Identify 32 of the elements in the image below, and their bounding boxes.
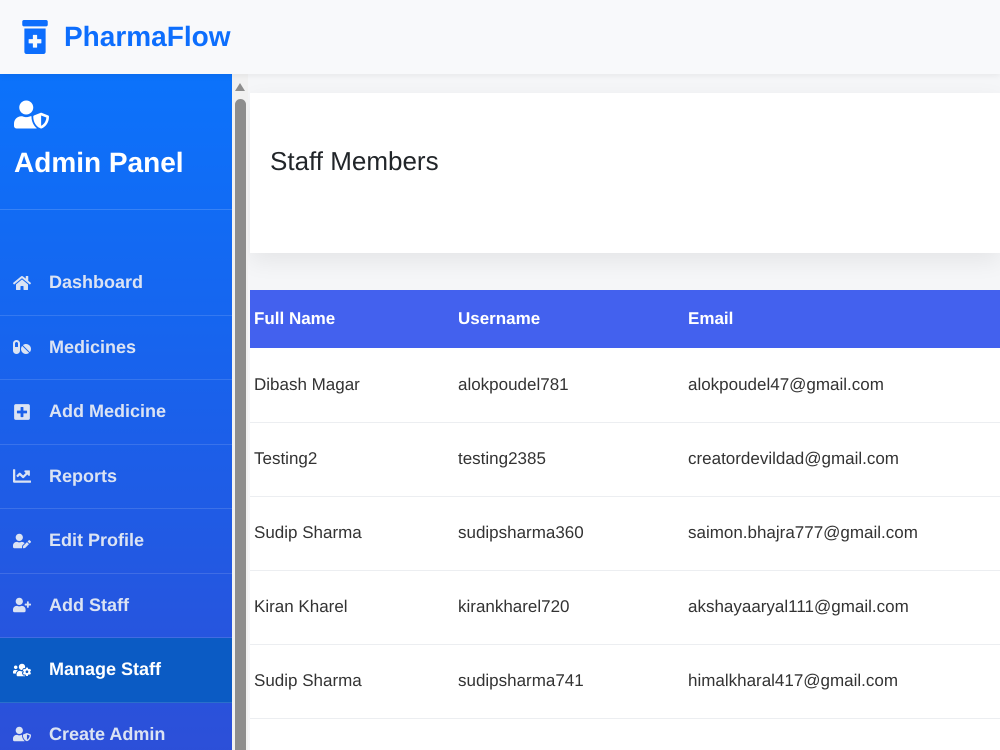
- user-pen-icon: [13, 532, 31, 550]
- users-gear-icon: [13, 660, 31, 679]
- table-cell: Sudip Sharma: [250, 644, 454, 718]
- table-cell: sudipsharma360: [454, 496, 684, 570]
- table-cell: Kiran Kharel: [250, 570, 454, 644]
- table-cell: Testing2: [250, 422, 454, 496]
- table-cell: Sudip Sharma: [250, 496, 454, 570]
- user-shield-icon: [13, 725, 31, 744]
- table-cell: himalkharal417@gmail.com: [684, 644, 1000, 718]
- sidebar-title: Admin Panel: [14, 146, 184, 180]
- pills-icon: [13, 338, 31, 356]
- table-cell: testing2385: [454, 422, 684, 496]
- table-cell: alokpoudel47@gmail.com: [684, 348, 1000, 422]
- home-icon: [13, 274, 31, 292]
- page-title: Staff Members: [270, 145, 440, 177]
- sidebar-item[interactable]: Manage Staff: [0, 638, 232, 702]
- table-cell: akshayaaryal111@gmail.com: [684, 570, 1000, 644]
- table-cell: saimon.bhajra777@gmail.com: [684, 496, 1000, 570]
- column-header: Username: [454, 290, 684, 348]
- scrollbar-track[interactable]: [232, 74, 248, 750]
- up-arrow-icon[interactable]: [235, 83, 245, 91]
- column-header: Full Name: [250, 290, 454, 348]
- table-cell: sudipsharma741: [454, 644, 684, 718]
- brand-name: PharmaFlow: [64, 21, 230, 53]
- user-plus-icon: [13, 596, 31, 614]
- table-cell: alokpoudel781: [454, 348, 684, 422]
- table-cell: Dibash Magar: [250, 348, 454, 422]
- scrollbar-thumb[interactable]: [234, 99, 246, 750]
- column-header: Email: [684, 290, 1000, 348]
- line-chart-icon: [13, 467, 31, 486]
- table-cell: creatordevildad@gmail.com: [684, 422, 1000, 496]
- table-cell: kirankharel720: [454, 570, 684, 644]
